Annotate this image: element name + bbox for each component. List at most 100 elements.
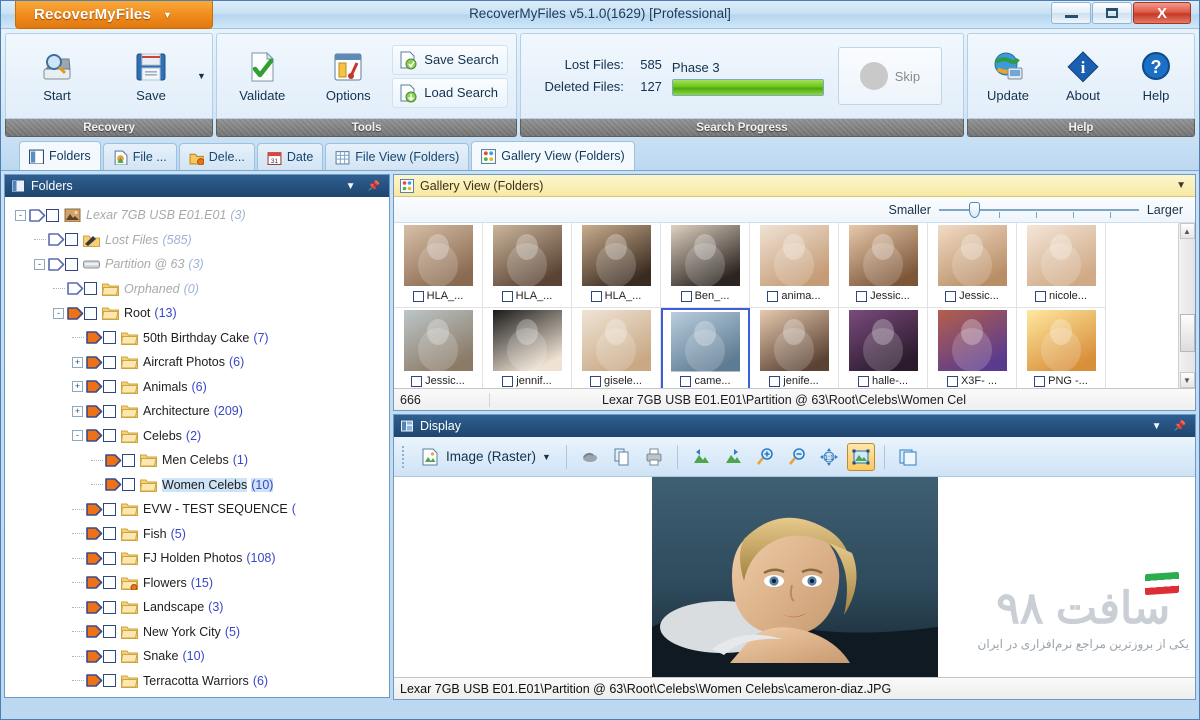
rotate-right-button[interactable] xyxy=(719,443,747,471)
thumbnail-checkbox[interactable] xyxy=(411,375,423,387)
tree-item[interactable]: + Architecture (209) xyxy=(5,399,389,424)
thumbnail-checkbox[interactable] xyxy=(680,290,692,302)
thumbnail-item[interactable]: nicole... xyxy=(1017,223,1106,308)
tree-item-checkbox[interactable] xyxy=(84,282,97,296)
tree-item-checkbox[interactable] xyxy=(103,600,116,614)
tab-dele[interactable]: Dele... xyxy=(178,143,255,170)
thumbnail-item[interactable]: HLA_... xyxy=(394,223,483,308)
panel-menu-chevron-icon[interactable]: ▼ xyxy=(1173,180,1189,191)
tree-item-checkbox[interactable] xyxy=(103,404,116,418)
thumbnail-checkbox[interactable] xyxy=(767,290,779,302)
tree-item-checkbox[interactable] xyxy=(103,551,116,565)
tree-item-checkbox[interactable] xyxy=(46,208,59,222)
thumbnail-item[interactable]: jenife... xyxy=(750,308,839,388)
thumbnail-checkbox[interactable] xyxy=(680,375,692,387)
tile-button[interactable] xyxy=(894,443,922,471)
options-button[interactable]: Options xyxy=(306,37,390,115)
tree-item[interactable]: Fish (5) xyxy=(5,522,389,547)
tab-folders[interactable]: Folders xyxy=(19,141,101,170)
thumbnail-item[interactable]: HLA_... xyxy=(483,223,572,308)
thumbnail-checkbox[interactable] xyxy=(856,290,868,302)
tree-expander[interactable]: - xyxy=(53,307,64,319)
tree-item-checkbox[interactable] xyxy=(103,502,116,516)
thumbnail-checkbox[interactable] xyxy=(501,290,513,302)
load-search-button[interactable]: Load Search xyxy=(392,77,508,108)
rotate-left-button[interactable] xyxy=(687,443,715,471)
thumbnail-item[interactable]: Jessic... xyxy=(928,223,1017,308)
tree-expander[interactable]: + xyxy=(72,356,83,368)
close-button[interactable]: X xyxy=(1133,2,1191,24)
tree-expander[interactable]: + xyxy=(72,405,83,417)
thumbnail-checkbox[interactable] xyxy=(1034,375,1046,387)
folder-tree[interactable]: - Lexar 7GB USB E01.E01 (3) Lost Files (585)… xyxy=(5,197,389,697)
tree-expander[interactable]: - xyxy=(15,209,26,221)
gallery-scrollbar[interactable]: ▲ ▼ xyxy=(1178,223,1195,388)
thumbnail-item[interactable]: gisele... xyxy=(572,308,661,388)
thumbnail-item[interactable]: HLA_... xyxy=(572,223,661,308)
tree-item-checkbox[interactable] xyxy=(103,576,116,590)
fit-to-window-button[interactable] xyxy=(846,442,875,471)
thumbnail-checkbox[interactable] xyxy=(946,375,958,387)
tab-gallery-view-folders[interactable]: Gallery View (Folders) xyxy=(471,141,635,170)
panel-menu-chevron-icon[interactable]: ▼ xyxy=(1149,421,1165,432)
tree-item-checkbox[interactable] xyxy=(122,453,135,467)
thumbnail-checkbox[interactable] xyxy=(502,375,514,387)
tree-item-checkbox[interactable] xyxy=(65,233,78,247)
thumbnail-checkbox[interactable] xyxy=(857,375,869,387)
display-mode-dropdown[interactable]: Image (Raster) ▼ xyxy=(414,444,557,470)
slider-knob[interactable] xyxy=(968,201,980,218)
help-button[interactable]: ? Help xyxy=(1121,37,1191,115)
tree-item-checkbox[interactable] xyxy=(103,355,116,369)
tree-expander[interactable]: + xyxy=(72,381,83,393)
actual-size-button[interactable]: 1:1 xyxy=(815,443,843,471)
thumbnail-size-slider[interactable] xyxy=(938,201,1139,218)
copy-button[interactable] xyxy=(608,443,636,471)
tree-item-checkbox[interactable] xyxy=(103,331,116,345)
save-search-button[interactable]: Save Search xyxy=(392,44,508,75)
tree-item[interactable]: FJ Holden Photos (108) xyxy=(5,546,389,571)
tree-item-checkbox[interactable] xyxy=(122,478,135,492)
tab-file[interactable]: File ... xyxy=(102,143,177,170)
about-button[interactable]: i About xyxy=(1047,37,1119,115)
tree-item[interactable]: - Celebs (2) xyxy=(5,424,389,449)
thumbnail-item[interactable]: PNG -... xyxy=(1017,308,1106,388)
tree-item[interactable]: Flowers (15) xyxy=(5,571,389,596)
thumbnail-item[interactable]: anima... xyxy=(750,223,839,308)
thumbnail-item[interactable]: jennif... xyxy=(483,308,572,388)
tree-item[interactable]: - Partition @ 63 (3) xyxy=(5,252,389,277)
toolbar-grip[interactable] xyxy=(402,445,406,468)
start-button[interactable]: Start xyxy=(9,37,105,115)
tree-item-checkbox[interactable] xyxy=(65,257,78,271)
tree-expander[interactable]: - xyxy=(34,258,45,270)
validate-button[interactable]: Validate xyxy=(220,37,304,115)
tree-item-checkbox[interactable] xyxy=(103,674,116,688)
tree-expander[interactable]: - xyxy=(72,430,83,442)
tree-item[interactable]: Women Celebs (10) xyxy=(5,473,389,498)
tree-item[interactable]: Terracotta Warriors (6) xyxy=(5,669,389,694)
tree-item[interactable]: EVW - TEST SEQUENCE( xyxy=(5,497,389,522)
update-button[interactable]: Update xyxy=(971,37,1045,115)
thumbnail-item[interactable]: Jessic... xyxy=(394,308,483,388)
tree-item[interactable]: Landscape (3) xyxy=(5,595,389,620)
thumbnail-item[interactable]: came... xyxy=(661,308,750,388)
thumbnail-checkbox[interactable] xyxy=(590,375,602,387)
minimize-button[interactable] xyxy=(1051,2,1091,24)
thumbnail-checkbox[interactable] xyxy=(945,290,957,302)
tree-item-checkbox[interactable] xyxy=(84,306,97,320)
thumbnail-checkbox[interactable] xyxy=(1035,290,1047,302)
zoom-in-button[interactable] xyxy=(751,443,779,471)
thumbnail-grid[interactable]: HLA_... HLA_... HLA_... Ben_... anima... Jess… xyxy=(394,223,1178,388)
tree-item-checkbox[interactable] xyxy=(103,625,116,639)
save-dropdown-button[interactable]: ▼ xyxy=(197,37,206,115)
tree-item[interactable]: Orphaned (0) xyxy=(5,277,389,302)
tree-item-checkbox[interactable] xyxy=(103,429,116,443)
zoom-out-button[interactable] xyxy=(783,443,811,471)
tree-item-checkbox[interactable] xyxy=(103,649,116,663)
pin-icon[interactable]: 📌 xyxy=(365,181,383,192)
thumbnail-item[interactable]: halle-... xyxy=(839,308,928,388)
display-image-area[interactable]: سافت ۹۸ یکی از بروزترین مراجع نرم‌افزاری… xyxy=(394,477,1195,677)
tree-item[interactable]: - Root (13) xyxy=(5,301,389,326)
thumbnail-item[interactable]: X3F- ... xyxy=(928,308,1017,388)
scrollbar-thumb[interactable] xyxy=(1179,314,1195,352)
thumbnail-checkbox[interactable] xyxy=(412,290,424,302)
